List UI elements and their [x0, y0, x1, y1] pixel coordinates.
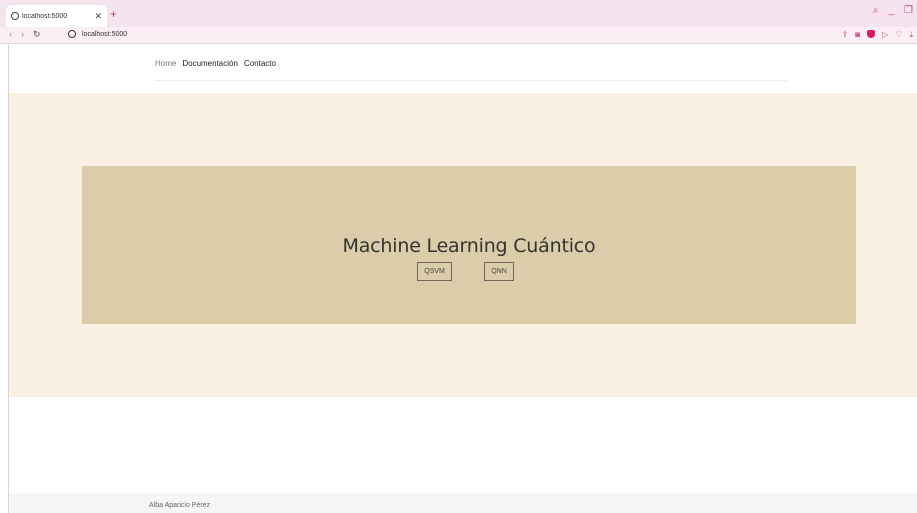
new-tab-button[interactable]: + — [110, 7, 117, 21]
restore-icon[interactable]: ❐ — [904, 5, 913, 16]
globe-icon — [11, 12, 19, 20]
address-bar: ‹ › ↻ localhost:5000 ⇪ ◙ ▷ ♡ ⤓ — [0, 27, 917, 44]
reload-icon[interactable]: ↻ — [33, 29, 41, 40]
top-nav: Home Documentación Contacto — [155, 59, 787, 81]
play-icon[interactable]: ▷ — [882, 30, 888, 40]
heart-icon[interactable]: ♡ — [895, 30, 902, 40]
tab-bar: localhost:5000 ✕ + ⌕ _ ❐ — [0, 0, 917, 27]
minimize-icon[interactable]: _ — [888, 5, 894, 16]
forward-icon[interactable]: › — [21, 29, 24, 40]
window-controls: ⌕ _ ❐ — [873, 5, 913, 16]
close-tab-icon[interactable]: ✕ — [94, 11, 102, 22]
site-info-icon[interactable] — [68, 30, 76, 38]
download-icon[interactable]: ⤓ — [909, 30, 913, 40]
nav-buttons: ‹ › ↻ — [9, 29, 41, 40]
search-tabs-icon[interactable]: ⌕ — [873, 5, 879, 16]
qnn-button[interactable]: QNN — [484, 262, 514, 281]
tab-title: localhost:5000 — [22, 12, 68, 20]
qsvm-button[interactable]: QSVM — [417, 262, 452, 281]
url-field[interactable]: localhost:5000 — [68, 30, 127, 38]
nav-home[interactable]: Home — [155, 59, 176, 80]
extensions: ⇪ ◙ ▷ ♡ ⤓ — [842, 30, 913, 40]
page: Home Documentación Contacto Machine Lear… — [8, 45, 917, 513]
screenshot-icon[interactable]: ◙ — [855, 30, 860, 40]
hero-title: Machine Learning Cuántico — [342, 235, 596, 257]
share-icon[interactable]: ⇪ — [842, 30, 849, 40]
hero-section: Machine Learning Cuántico QSVM QNN — [9, 93, 917, 397]
footer-author: Alba Aparicio Pérez — [149, 502, 211, 509]
url-text: localhost:5000 — [82, 30, 128, 38]
back-icon[interactable]: ‹ — [9, 29, 12, 40]
browser-tab[interactable]: localhost:5000 ✕ — [6, 5, 107, 27]
nav-docs[interactable]: Documentación — [182, 59, 238, 80]
nav-contact[interactable]: Contacto — [244, 59, 276, 80]
hero-panel: Machine Learning Cuántico QSVM QNN — [82, 166, 856, 324]
footer: Alba Aparicio Pérez — [9, 493, 917, 513]
shield-icon[interactable] — [867, 30, 876, 38]
